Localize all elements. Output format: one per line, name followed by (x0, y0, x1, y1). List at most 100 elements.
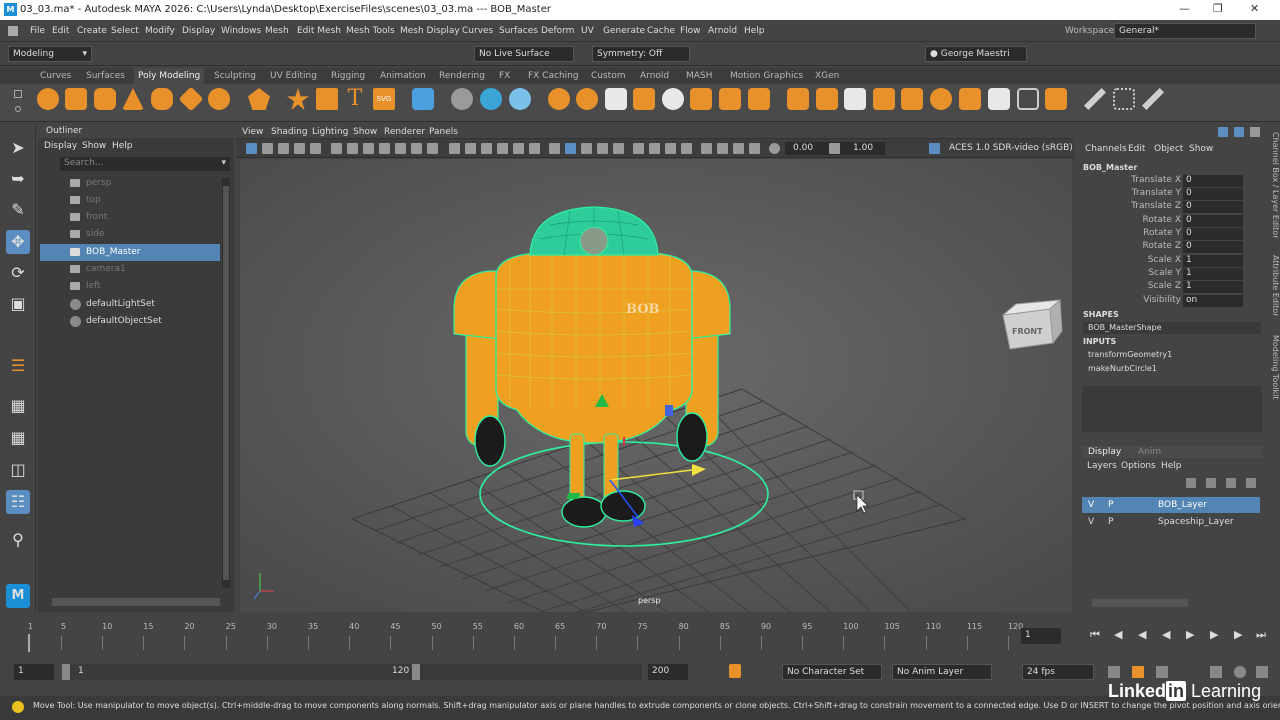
range-end-handle[interactable] (412, 664, 420, 680)
attr-rotate-x[interactable]: Rotate X0 (1118, 215, 1258, 228)
attr-scale-y[interactable]: Scale Y1 (1118, 268, 1258, 281)
unfold-uv-icon[interactable] (1045, 88, 1067, 110)
shelf-tab-xgen[interactable]: XGen (815, 71, 839, 81)
scene-canvas[interactable]: BOB FRONT persp (240, 159, 1072, 620)
layer-playback-toggle[interactable]: P (1108, 500, 1113, 510)
outliner-search-input[interactable]: Search... ▾ (60, 157, 230, 171)
sound-icon[interactable] (1210, 666, 1222, 678)
anim-prefs-icon[interactable] (1132, 666, 1144, 678)
shelf-tab-mash[interactable]: MASH (686, 71, 712, 81)
move-layer-up-icon[interactable] (1186, 478, 1196, 488)
close-icon[interactable]: ✕ (1250, 2, 1259, 15)
view-cube[interactable]: FRONT (1001, 298, 1063, 350)
shelf-tab-animation[interactable]: Animation (380, 71, 426, 81)
select-tool-icon[interactable]: ➤ (6, 136, 30, 160)
menu-generate[interactable]: Generate (603, 26, 645, 36)
layer-playback-toggle[interactable]: P (1108, 517, 1113, 527)
grid-toggle-icon[interactable] (347, 143, 358, 154)
maximize-icon[interactable]: ❐ (1213, 2, 1223, 15)
bridge-icon[interactable] (633, 88, 655, 110)
channel-box-icon[interactable] (1218, 127, 1228, 137)
attr-translate-z[interactable]: Translate Z0 (1118, 201, 1258, 214)
outliner-menu-help[interactable]: Help (112, 141, 133, 151)
range-slider[interactable]: 1 120 (62, 664, 642, 680)
exposure-field[interactable]: 0.00 (785, 142, 853, 155)
layer-editor-icon[interactable] (1234, 127, 1244, 137)
append-polygon-icon[interactable] (787, 88, 809, 110)
separate-icon[interactable] (480, 88, 502, 110)
lasso-tool-icon[interactable]: ➥ (6, 167, 30, 191)
menu-mesh-tools[interactable]: Mesh Tools (346, 26, 395, 36)
menu-arnold[interactable]: Arnold (708, 26, 737, 36)
menu-deform[interactable]: Deform (541, 26, 574, 36)
scale-tool-icon[interactable]: ▣ (6, 292, 30, 316)
attr-value[interactable]: 0 (1183, 228, 1243, 240)
step-forward-key-icon[interactable]: ▶ (1210, 628, 1218, 641)
workspace-dropdown[interactable]: General* (1114, 23, 1256, 39)
new-layer-icon[interactable] (1226, 478, 1236, 488)
layer-menu-options[interactable]: Options (1121, 461, 1156, 471)
minimize-icon[interactable]: — (1179, 2, 1190, 15)
layer-visibility-toggle[interactable]: V (1088, 500, 1094, 510)
cut-uv-edges-icon[interactable] (988, 88, 1010, 110)
animation-end-field[interactable]: 200 (648, 664, 688, 680)
isolate-icon[interactable] (701, 143, 712, 154)
bevel-icon[interactable] (662, 88, 684, 110)
menu-surfaces[interactable]: Surfaces (499, 26, 538, 36)
shelf-tab-uv-editing[interactable]: UV Editing (270, 71, 317, 81)
menu-select[interactable]: Select (111, 26, 139, 36)
shape-node-item[interactable]: BOB_MasterShape (1083, 322, 1261, 334)
field-chart-icon[interactable] (411, 143, 422, 154)
outliner-item-camera1[interactable]: camera1 (40, 261, 220, 278)
outliner-horizontal-scrollbar[interactable] (52, 598, 220, 606)
use-all-lights-icon[interactable] (513, 143, 524, 154)
smooth-shade-icon[interactable] (465, 143, 476, 154)
current-time-indicator[interactable] (28, 634, 30, 652)
film-gate-icon[interactable] (363, 143, 374, 154)
outliner-item-front[interactable]: front (40, 209, 220, 226)
attr-value[interactable]: 1 (1183, 281, 1243, 293)
hud-icon[interactable] (749, 143, 760, 154)
color-management-icon[interactable] (929, 143, 940, 154)
poly-torus-icon[interactable] (151, 88, 173, 110)
attr-scale-x[interactable]: Scale X1 (1118, 255, 1258, 268)
image-plane-icon[interactable] (294, 143, 305, 154)
xray-components-icon[interactable] (613, 143, 624, 154)
wireframe-icon[interactable] (449, 143, 460, 154)
attr-value[interactable]: 0 (1183, 188, 1243, 200)
viewport-menu-lighting[interactable]: Lighting (312, 127, 348, 137)
menu-edit[interactable]: Edit (52, 26, 69, 36)
exposure-icon[interactable] (769, 143, 780, 154)
input-node-make-nurb-circle[interactable]: makeNurbCircle1 (1088, 364, 1157, 373)
viewport-menu-renderer[interactable]: Renderer (384, 127, 425, 137)
viewport-menu-shading[interactable]: Shading (271, 127, 308, 137)
attr-value[interactable]: 1 (1183, 268, 1243, 280)
type-tool-icon[interactable]: T (344, 88, 366, 110)
camera-attributes-icon[interactable] (262, 143, 273, 154)
smooth-icon[interactable] (509, 88, 531, 110)
outliner-vertical-scrollbar[interactable] (222, 178, 230, 588)
new-layer-selected-icon[interactable] (1246, 478, 1256, 488)
outliner-item-side[interactable]: side (40, 226, 220, 243)
step-back-frame-icon[interactable]: ◀ (1114, 628, 1122, 641)
poly-cylinder-icon[interactable] (94, 88, 116, 110)
shelf-tab-sculpting[interactable]: Sculpting (214, 71, 256, 81)
gamma-field[interactable]: 1.00 (845, 142, 885, 155)
layout-two-icon[interactable]: ◫ (6, 458, 30, 482)
boolean-icon[interactable] (548, 88, 570, 110)
shadows-icon[interactable] (529, 143, 540, 154)
layer-tab-anim[interactable]: Anim (1138, 447, 1161, 457)
menu-uv[interactable]: UV (581, 26, 594, 36)
collapse-icon[interactable] (844, 88, 866, 110)
preferences-icon[interactable] (1234, 666, 1246, 678)
planar-mapping-icon[interactable] (873, 88, 895, 110)
user-profile-icon[interactable] (1256, 666, 1268, 678)
outliner-item-left[interactable]: left (40, 278, 220, 295)
quad-draw-grid-icon[interactable] (412, 88, 434, 110)
anti-aliasing-icon[interactable] (665, 143, 676, 154)
menu-mesh[interactable]: Mesh (265, 26, 289, 36)
go-to-end-icon[interactable]: ⏭ (1256, 628, 1266, 642)
attr-visibility[interactable]: Visibility on (1118, 295, 1258, 308)
fill-hole-icon[interactable] (816, 88, 838, 110)
move-tool-icon[interactable]: ✥ (6, 230, 30, 254)
